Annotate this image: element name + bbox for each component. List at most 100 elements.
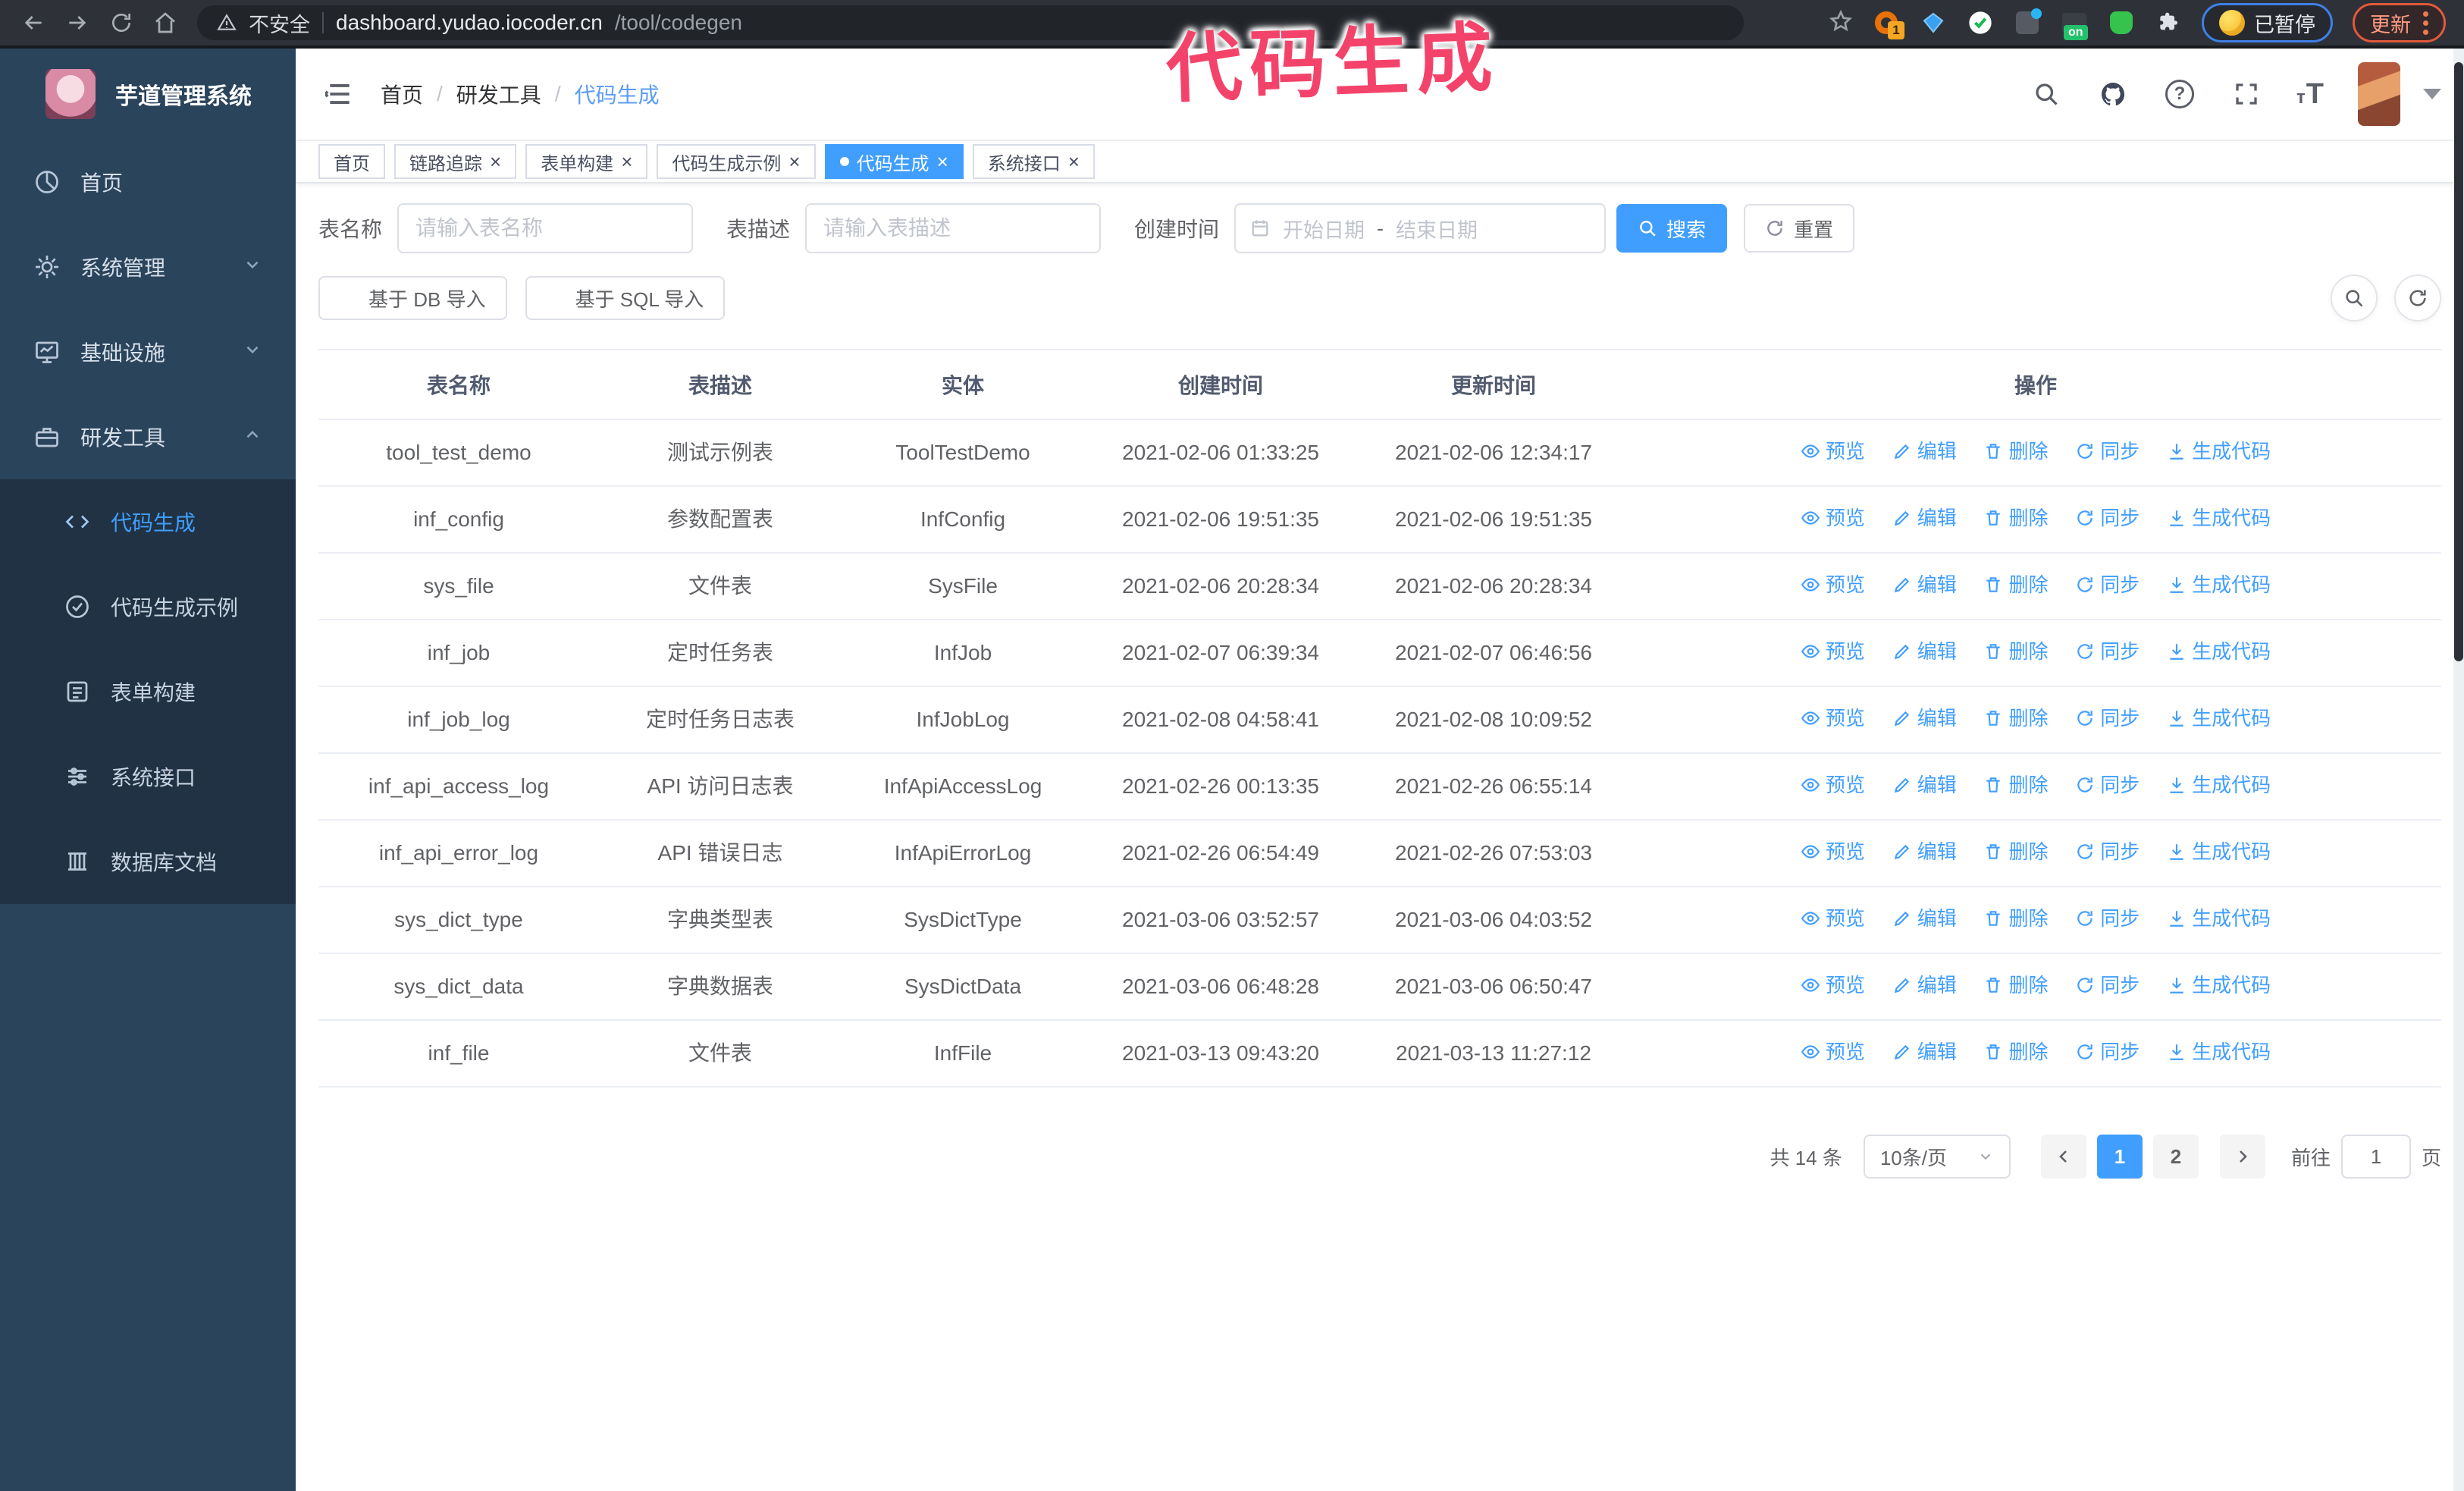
tag-tab[interactable]: 系统接口 ×	[972, 144, 1095, 179]
app-logo-row[interactable]: 芋道管理系统	[0, 49, 296, 140]
browser-back-button[interactable]	[14, 3, 53, 42]
table-name-input[interactable]	[397, 203, 694, 253]
search-button[interactable]: 搜索	[1616, 204, 1728, 253]
help-icon[interactable]: ?	[2163, 77, 2196, 111]
import-db-button[interactable]: 基于 DB 导入	[318, 276, 507, 320]
browser-scrollbar[interactable]	[2453, 49, 2464, 1491]
delete-link[interactable]: 删除	[1983, 702, 2049, 735]
extension-orange-icon[interactable]: 1	[1873, 9, 1904, 39]
delete-link[interactable]: 删除	[1983, 435, 2049, 468]
sidebar-item-database-doc[interactable]: 数据库文档	[0, 819, 296, 904]
tab-close-icon[interactable]: ×	[490, 152, 501, 171]
generate-code-link[interactable]: 生成代码	[2167, 768, 2271, 802]
page-button-1[interactable]: 1	[2096, 1135, 2143, 1179]
delete-link[interactable]: 删除	[1983, 1035, 2049, 1069]
sync-link[interactable]: 同步	[2075, 1035, 2140, 1069]
table-desc-input[interactable]	[805, 203, 1102, 253]
edit-link[interactable]: 编辑	[1892, 702, 1957, 735]
sync-link[interactable]: 同步	[2075, 568, 2140, 601]
preview-link[interactable]: 预览	[1801, 635, 1865, 668]
generate-code-link[interactable]: 生成代码	[2167, 968, 2271, 1002]
sync-link[interactable]: 同步	[2075, 635, 2140, 668]
generate-code-link[interactable]: 生成代码	[2167, 501, 2271, 535]
delete-link[interactable]: 删除	[1983, 835, 2049, 868]
tab-close-icon[interactable]: ×	[621, 152, 632, 171]
bookmark-star-icon[interactable]	[1829, 9, 1853, 37]
breadcrumb-item[interactable]: 首页	[381, 79, 423, 109]
address-bar[interactable]: 不安全 dashboard.yudao.iocoder.cn /tool/cod…	[197, 5, 1744, 40]
github-icon[interactable]	[2096, 77, 2130, 111]
tag-tab[interactable]: 代码生成示例 ×	[657, 144, 816, 179]
sidebar-fold-button[interactable]	[318, 73, 361, 115]
edit-link[interactable]: 编辑	[1892, 635, 1957, 668]
extension-green-check-icon[interactable]	[1967, 9, 1994, 36]
edit-link[interactable]: 编辑	[1892, 835, 1957, 868]
user-avatar[interactable]	[2358, 62, 2400, 126]
page-size-select[interactable]: 10条/页	[1863, 1135, 2011, 1179]
delete-link[interactable]: 删除	[1983, 902, 2049, 935]
edit-link[interactable]: 编辑	[1892, 435, 1957, 468]
toggle-search-button[interactable]	[2331, 275, 2378, 322]
sync-link[interactable]: 同步	[2075, 435, 2140, 468]
generate-code-link[interactable]: 生成代码	[2167, 435, 2271, 468]
browser-home-button[interactable]	[146, 3, 185, 42]
tag-tab[interactable]: 代码生成 ×	[824, 144, 964, 179]
sync-link[interactable]: 同步	[2075, 968, 2140, 1002]
sidebar-item-code-generation[interactable]: 代码生成	[0, 479, 296, 564]
preview-link[interactable]: 预览	[1801, 501, 1865, 535]
preview-link[interactable]: 预览	[1801, 768, 1865, 802]
extension-on-badge-icon[interactable]: on	[2061, 9, 2088, 40]
preview-link[interactable]: 预览	[1801, 435, 1865, 468]
delete-link[interactable]: 删除	[1983, 968, 2049, 1002]
tab-close-icon[interactable]: ×	[1068, 152, 1080, 171]
preview-link[interactable]: 预览	[1801, 902, 1865, 935]
browser-menu-icon[interactable]	[2423, 11, 2428, 35]
tab-close-icon[interactable]: ×	[788, 152, 800, 171]
extension-paused-chip[interactable]: 已暂停	[2202, 3, 2333, 42]
edit-link[interactable]: 编辑	[1892, 568, 1957, 601]
delete-link[interactable]: 删除	[1983, 501, 2049, 535]
browser-update-button[interactable]: 更新	[2353, 3, 2446, 42]
preview-link[interactable]: 预览	[1801, 702, 1865, 735]
preview-link[interactable]: 预览	[1801, 1035, 1865, 1069]
fullscreen-icon[interactable]	[2230, 77, 2263, 111]
generate-code-link[interactable]: 生成代码	[2167, 568, 2271, 601]
font-size-icon[interactable]: тT	[2296, 78, 2324, 111]
import-sql-button[interactable]: 基于 SQL 导入	[525, 276, 726, 320]
page-button-2[interactable]: 2	[2152, 1135, 2199, 1179]
edit-link[interactable]: 编辑	[1892, 768, 1957, 802]
browser-forward-button[interactable]	[58, 3, 97, 42]
sidebar-item-system-api[interactable]: 系统接口	[0, 734, 296, 819]
refresh-table-button[interactable]	[2394, 275, 2441, 322]
next-page-button[interactable]	[2219, 1135, 2265, 1179]
date-range-picker[interactable]: 开始日期 - 结束日期	[1234, 203, 1607, 253]
extension-green-figure-icon[interactable]	[2108, 9, 2135, 36]
sync-link[interactable]: 同步	[2075, 768, 2140, 802]
sidebar-item-form-builder[interactable]: 表单构建	[0, 649, 296, 734]
breadcrumb-current[interactable]: 代码生成	[575, 79, 660, 109]
delete-link[interactable]: 删除	[1983, 635, 2049, 668]
browser-reload-button[interactable]	[102, 3, 141, 42]
tab-close-icon[interactable]: ×	[937, 152, 948, 171]
edit-link[interactable]: 编辑	[1892, 1035, 1957, 1069]
sync-link[interactable]: 同步	[2075, 501, 2140, 535]
reset-button[interactable]: 重置	[1744, 204, 1855, 253]
preview-link[interactable]: 预览	[1801, 568, 1865, 601]
generate-code-link[interactable]: 生成代码	[2167, 835, 2271, 868]
preview-link[interactable]: 预览	[1801, 835, 1865, 868]
header-search-icon[interactable]	[2030, 77, 2063, 111]
goto-page-input[interactable]	[2340, 1135, 2411, 1179]
sync-link[interactable]: 同步	[2075, 835, 2140, 868]
breadcrumb-item[interactable]: 研发工具	[456, 79, 541, 109]
avatar-caret-icon[interactable]	[2423, 89, 2441, 99]
sync-link[interactable]: 同步	[2075, 702, 2140, 735]
extension-diamond-icon[interactable]	[1920, 9, 1947, 36]
sidebar-item-system-management[interactable]: 系统管理	[0, 224, 296, 309]
extension-gray-drop-icon[interactable]	[2014, 8, 2042, 36]
generate-code-link[interactable]: 生成代码	[2167, 635, 2271, 668]
sidebar-item-code-generation-example[interactable]: 代码生成示例	[0, 564, 296, 649]
delete-link[interactable]: 删除	[1983, 568, 2049, 601]
edit-link[interactable]: 编辑	[1892, 501, 1957, 535]
sync-link[interactable]: 同步	[2075, 902, 2140, 935]
tag-tab[interactable]: 链路追踪 ×	[394, 144, 517, 179]
